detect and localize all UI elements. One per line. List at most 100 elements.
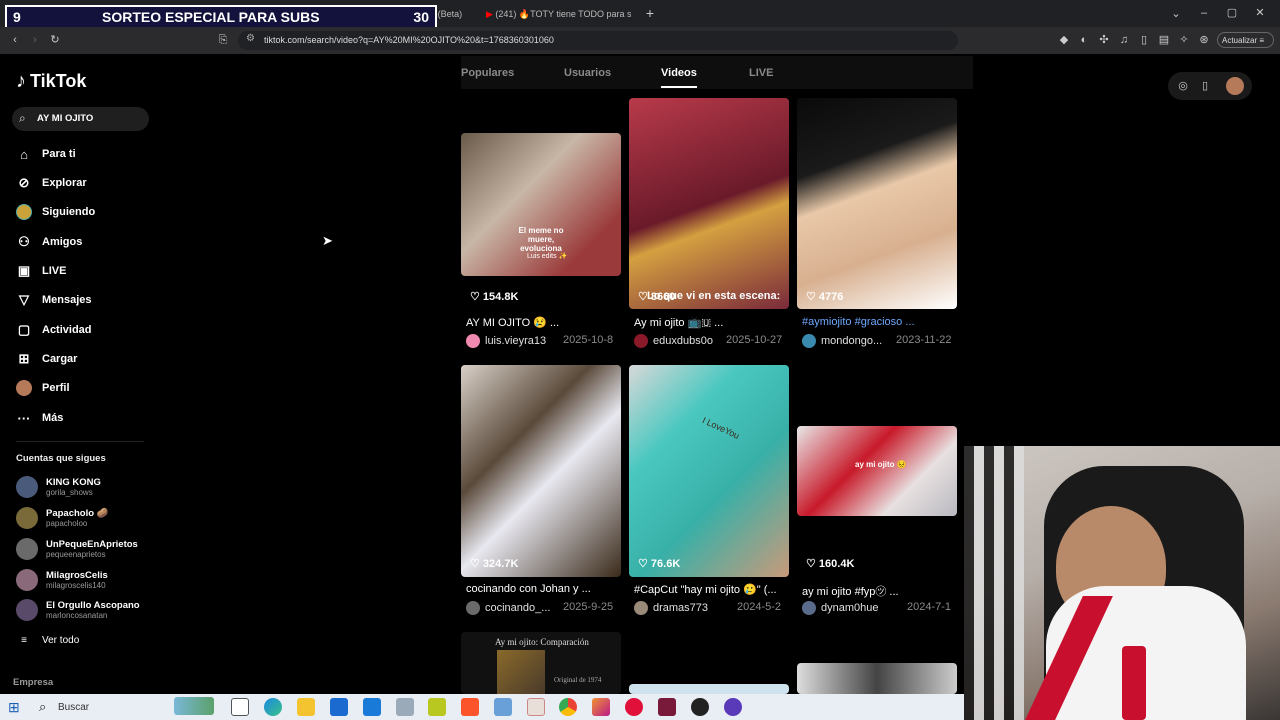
webcam-overlay xyxy=(964,446,1280,720)
followed-account[interactable]: Papacholo 🥔 papacholoo xyxy=(16,505,109,531)
chrome-icon[interactable] xyxy=(559,698,577,716)
edge-icon[interactable] xyxy=(264,698,282,716)
tab-search-icon[interactable]: ⌄ xyxy=(1170,7,1182,21)
video-thumbnail[interactable]: Lo que vi en esta escena: xyxy=(629,98,789,309)
widget-icon[interactable] xyxy=(174,697,214,715)
windows-start-icon[interactable]: ⊞ xyxy=(8,699,20,716)
video-author[interactable]: dynam0hue xyxy=(802,601,879,615)
browser-tab[interactable]: ▶ (241) 🔥TOTY tiene TODO para ser xyxy=(486,4,631,24)
nav-item-mas[interactable]: ··· Más xyxy=(16,408,64,428)
reload-icon[interactable]: ↻ xyxy=(48,33,62,47)
obs-icon[interactable] xyxy=(691,698,709,716)
mail-icon[interactable] xyxy=(363,698,381,716)
app-icon[interactable] xyxy=(428,698,446,716)
sidebar-icon[interactable]: ▯ xyxy=(1138,33,1150,47)
coins-icon[interactable]: ◎ xyxy=(1176,79,1190,93)
video-thumbnail[interactable] xyxy=(797,98,957,309)
video-author[interactable]: mondongo... xyxy=(802,334,882,348)
video-author[interactable]: luis.vieyra13 xyxy=(466,334,546,348)
tiktok-logo[interactable]: ♪ TikTok xyxy=(16,70,86,93)
forward-icon[interactable]: › xyxy=(28,33,42,47)
music-icon[interactable]: ♫ xyxy=(1118,33,1130,47)
app-icon[interactable] xyxy=(724,698,742,716)
avatar xyxy=(16,476,38,498)
extension-icon[interactable]: ◐ xyxy=(1078,33,1090,47)
extension-icon[interactable]: ◆ xyxy=(1058,33,1070,47)
video-thumbnail[interactable] xyxy=(797,663,957,694)
brave-icon[interactable] xyxy=(461,698,479,716)
search-input[interactable]: ⌕ AY MI OJITO xyxy=(12,107,149,131)
account-handle: marloncosanatan xyxy=(46,610,108,620)
back-icon[interactable]: ‹ xyxy=(8,33,22,47)
app-icon[interactable] xyxy=(396,698,414,716)
followed-account[interactable]: El Orgullo Ascopano marloncosanatan xyxy=(16,597,140,623)
user-avatar[interactable] xyxy=(1226,77,1244,95)
app-icon[interactable] xyxy=(527,698,545,716)
close-window-icon[interactable]: ✕ xyxy=(1254,6,1266,20)
company-link[interactable]: Empresa xyxy=(13,677,53,688)
instagram-icon[interactable] xyxy=(592,698,610,716)
tab-videos[interactable]: Videos xyxy=(661,67,697,79)
see-all-link[interactable]: ≡ Ver todo xyxy=(16,630,79,650)
followed-account[interactable]: MilagrosCelis milagroscelis140 xyxy=(16,567,108,593)
video-thumbnail[interactable]: El meme no muere, evoluciona Luis edits … xyxy=(461,133,621,276)
compass-icon: ⊘ xyxy=(18,175,30,190)
site-info-icon[interactable]: ⚙ xyxy=(246,33,255,44)
puzzle-icon[interactable]: ✣ xyxy=(1098,33,1110,47)
followed-account[interactable]: UnPequeEnAprietos pequeenaprietos xyxy=(16,536,138,562)
author-name: mondongo... xyxy=(821,335,883,347)
video-caption[interactable]: AY MI OJITO 😢 ... xyxy=(466,316,616,329)
tab-live[interactable]: LIVE xyxy=(749,67,773,79)
minimize-icon[interactable]: – xyxy=(1198,6,1210,20)
friends-icon: ⚇ xyxy=(18,234,30,249)
overlay-title: SORTEO ESPECIAL PARA SUBS xyxy=(102,9,320,25)
nav-item-siguiendo[interactable]: Siguiendo xyxy=(16,202,95,222)
url-field[interactable]: ⚙ tiktok.com/search/video?q=AY%20MI%20OJ… xyxy=(238,31,958,50)
video-author[interactable]: dramas773 xyxy=(634,601,708,615)
video-caption[interactable]: Ay mi ojito 📺🇺 ... xyxy=(634,316,784,330)
nav-item-cargar[interactable]: ⊞ Cargar xyxy=(16,349,78,369)
tab-label: (241) 🔥TOTY tiene TODO para ser xyxy=(495,9,631,19)
nav-item-amigos[interactable]: ⚇ Amigos xyxy=(16,232,82,252)
video-thumbnail[interactable]: ay mi ojito 😣 xyxy=(797,426,957,516)
update-button[interactable]: Actualizar ≡ xyxy=(1217,32,1274,48)
nav-item-mensajes[interactable]: ▽ Mensajes xyxy=(16,290,92,310)
video-caption[interactable]: ay mi ojito #fyp㋡ ... xyxy=(802,583,952,599)
followed-account[interactable]: KING KONG gorila_shows xyxy=(16,474,101,500)
wallet-icon[interactable]: ▤ xyxy=(1158,33,1170,47)
video-caption[interactable]: #CapCut "hay mi ojito 🥲" (... xyxy=(634,583,784,596)
file-explorer-icon[interactable] xyxy=(297,698,315,716)
maximize-icon[interactable]: ▢ xyxy=(1226,6,1238,20)
app-icon[interactable] xyxy=(494,698,512,716)
video-date: 2025-10-27 xyxy=(726,334,783,346)
account-name: Papacholo 🥔 xyxy=(46,507,109,519)
video-thumbnail[interactable]: I LoveYou xyxy=(629,365,789,577)
nav-item-live[interactable]: ▣ LIVE xyxy=(16,261,67,281)
video-caption[interactable]: cocinando con Johan y ... xyxy=(466,583,616,595)
vpn-icon[interactable]: ⊛ xyxy=(1198,33,1210,47)
taskbar-search[interactable]: ⌕ Buscar xyxy=(34,696,169,718)
video-author[interactable]: cocinando_... xyxy=(466,601,550,615)
video-date: 2025-9-25 xyxy=(563,601,614,613)
video-thumbnail[interactable]: Ay mi ojito: Comparación Original de 197… xyxy=(461,632,621,694)
tab-populares[interactable]: Populares xyxy=(461,67,514,79)
video-author[interactable]: eduxdubs0o xyxy=(634,334,713,348)
new-tab-icon[interactable]: + xyxy=(643,6,657,20)
nav-item-para-ti[interactable]: ⌂ Para ti xyxy=(16,144,76,164)
device-icon[interactable]: ▯ xyxy=(1198,79,1212,93)
messages-icon: ▽ xyxy=(19,292,29,307)
app-icon[interactable] xyxy=(658,698,676,716)
tab-usuarios[interactable]: Usuarios xyxy=(564,67,611,79)
store-icon[interactable] xyxy=(330,698,348,716)
youtube-icon[interactable] xyxy=(625,698,643,716)
video-caption[interactable]: #aymiojito #gracioso ... xyxy=(802,316,952,328)
video-thumbnail[interactable] xyxy=(629,684,789,694)
video-thumbnail[interactable] xyxy=(461,365,621,577)
nav-item-perfil[interactable]: Perfil xyxy=(16,378,70,398)
bookmark-icon[interactable]: ⎘ xyxy=(216,33,230,47)
leo-icon[interactable]: ✧ xyxy=(1178,33,1190,47)
nav-item-explorar[interactable]: ⊘ Explorar xyxy=(16,173,87,193)
nav-label: Para ti xyxy=(42,148,76,160)
nav-item-actividad[interactable]: ▢ Actividad xyxy=(16,320,92,340)
task-view-icon[interactable] xyxy=(231,698,249,716)
